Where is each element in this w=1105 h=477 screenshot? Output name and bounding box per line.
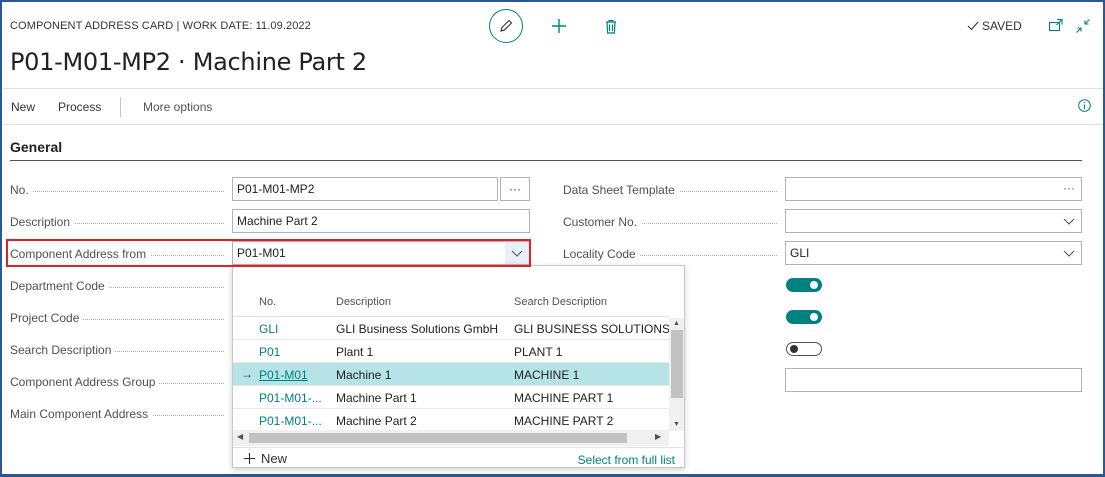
col-header-description[interactable]: Description	[336, 296, 391, 308]
toggle-switch-2[interactable]	[786, 310, 822, 324]
label-data-sheet-template: Data Sheet Template	[563, 183, 781, 197]
label-locality-code: Locality Code	[563, 247, 781, 261]
lookup-row[interactable]: P01-M01-... Machine Part 1 MACHINE PART …	[233, 386, 669, 409]
label-description: Description	[10, 215, 228, 229]
label-department-code: Department Code	[10, 279, 228, 293]
collapse-button[interactable]	[1075, 17, 1091, 35]
saved-label: SAVED	[982, 19, 1022, 33]
chevron-down-icon	[511, 250, 523, 257]
scroll-left-icon[interactable]: ◀	[237, 432, 243, 441]
open-in-new-window-icon	[1048, 18, 1063, 32]
saved-status: SAVED	[967, 19, 1022, 33]
arrow-right-icon: →	[241, 367, 253, 381]
scroll-right-icon[interactable]: ▶	[655, 432, 661, 441]
section-title-general: General	[10, 139, 63, 155]
action-more-options[interactable]: More options	[143, 100, 212, 114]
lookup-row[interactable]: P01-M01-... Machine Part 2 MACHINE PART …	[233, 409, 669, 432]
lookup-row-selected[interactable]: → P01-M01 Machine 1 MACHINE 1	[233, 363, 669, 386]
more-icon[interactable]: ···	[1063, 181, 1075, 195]
page-title: P01-M01-MP2 · Machine Part 2	[10, 48, 367, 76]
edit-button[interactable]	[489, 9, 523, 43]
label-project-code: Project Code	[10, 311, 228, 325]
label-search-description: Search Description	[10, 343, 228, 357]
customer-no-field[interactable]	[785, 209, 1082, 233]
lookup-new-button[interactable]: New	[243, 451, 287, 466]
component-address-from-field[interactable]: P01-M01	[232, 241, 530, 265]
label-main-component-address: Main Component Address	[10, 407, 228, 421]
component-address-from-value: P01-M01	[237, 246, 286, 260]
vertical-scroll-thumb[interactable]	[671, 330, 683, 398]
no-assist-button[interactable]: ···	[500, 177, 530, 201]
section-divider	[10, 160, 1082, 161]
label-customer-no: Customer No.	[563, 215, 781, 229]
delete-button[interactable]	[603, 16, 619, 36]
trash-icon	[606, 19, 616, 34]
checkmark-icon	[967, 21, 979, 31]
collapse-icon	[1076, 19, 1090, 33]
description-field[interactable]: Machine Part 2	[232, 209, 530, 233]
toggle-switch-3[interactable]	[786, 342, 822, 356]
col-header-no[interactable]: No.	[259, 296, 276, 308]
plus-icon	[552, 19, 566, 33]
col-header-search-description[interactable]: Search Description	[514, 296, 607, 308]
breadcrumb: COMPONENT ADDRESS CARD | WORK DATE: 11.0…	[10, 20, 311, 32]
vertical-scrollbar[interactable]: ▲ ▼	[669, 318, 684, 431]
action-divider	[120, 97, 121, 117]
select-from-full-list-link[interactable]: Select from full list	[578, 453, 675, 467]
horizontal-scroll-thumb[interactable]	[249, 433, 627, 443]
locality-code-value: GLI	[790, 246, 810, 260]
plus-icon	[244, 453, 255, 464]
new-button[interactable]	[550, 16, 568, 36]
action-bar: New Process More options	[2, 88, 1103, 125]
label-no: No.	[10, 183, 228, 197]
action-process[interactable]: Process	[58, 100, 101, 114]
info-icon[interactable]	[1078, 99, 1091, 112]
locality-code-field[interactable]: GLI	[785, 241, 1082, 265]
chevron-down-icon[interactable]	[1063, 215, 1075, 227]
toggle-switch-1[interactable]	[786, 278, 822, 292]
right-field-7[interactable]	[785, 368, 1082, 392]
scroll-down-icon[interactable]: ▼	[673, 421, 680, 428]
no-field[interactable]: P01-M01-MP2	[232, 177, 498, 201]
pencil-icon	[500, 19, 513, 32]
lookup-row[interactable]: P01 Plant 1 PLANT 1	[233, 340, 669, 363]
scroll-up-icon[interactable]: ▲	[673, 320, 680, 327]
component-address-from-dropdown-button[interactable]	[505, 242, 529, 264]
chevron-down-icon[interactable]	[1063, 247, 1075, 259]
horizontal-scrollbar[interactable]: ◀ ▶	[233, 430, 669, 446]
action-new[interactable]: New	[11, 100, 35, 114]
open-new-window-button[interactable]	[1048, 17, 1064, 35]
lookup-row[interactable]: GLI GLI Business Solutions GmbH GLI BUSI…	[233, 317, 669, 340]
label-component-address-group: Component Address Group	[10, 375, 228, 389]
lookup-dropdown: No. Description Search Description GLI G…	[232, 265, 685, 468]
label-component-address-from: Component Address from	[10, 247, 228, 261]
lookup-footer: New Select from full list	[233, 447, 684, 467]
data-sheet-template-field[interactable]: ···	[785, 177, 1082, 201]
